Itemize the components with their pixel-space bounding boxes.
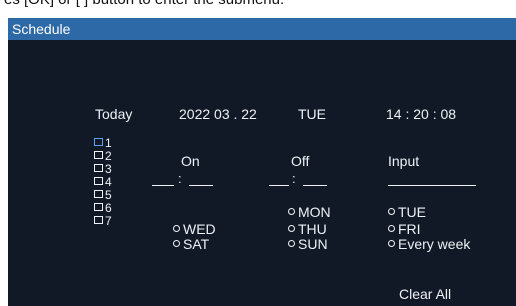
input-header: Input: [388, 153, 420, 169]
off-header: Off: [291, 153, 310, 169]
schedule-slot-6[interactable]: 6: [94, 202, 112, 214]
day-label: SAT: [183, 236, 210, 252]
title-bar: Schedule: [8, 18, 516, 40]
radio-icon: [173, 240, 180, 247]
day-option-sat[interactable]: SAT: [173, 236, 209, 252]
day-option-sun[interactable]: SUN: [288, 236, 328, 252]
day-option-tue[interactable]: TUE: [388, 204, 426, 220]
input-source-field[interactable]: [388, 185, 476, 186]
schedule-slot-5[interactable]: 5: [94, 189, 112, 201]
radio-icon: [288, 240, 295, 247]
day-label: SUN: [298, 236, 328, 252]
schedule-slot-4[interactable]: 4: [94, 176, 112, 188]
schedule-slot-3[interactable]: 3: [94, 163, 112, 175]
on-time-separator: :: [178, 171, 182, 186]
slot-label: 3: [105, 162, 112, 176]
on-minute-field[interactable]: [189, 185, 213, 186]
checkbox-icon: [94, 216, 103, 224]
slot-label: 2: [105, 149, 112, 163]
clear-all-button[interactable]: Clear All: [399, 286, 451, 302]
slot-label: 4: [105, 175, 112, 189]
off-time-separator: :: [292, 171, 296, 186]
day-option-wed[interactable]: WED: [173, 221, 216, 237]
day-option-thu[interactable]: THU: [288, 221, 327, 237]
day-option-fri[interactable]: FRI: [388, 221, 421, 237]
radio-icon: [388, 225, 395, 232]
day-label: WED: [183, 221, 216, 237]
slot-label: 7: [105, 214, 112, 228]
radio-icon: [288, 225, 295, 232]
day-option-mon[interactable]: MON: [288, 204, 331, 220]
today-date: 2022 03 . 22: [179, 106, 257, 122]
caption-text: es [OK] or [ ] button to enter the subme…: [4, 0, 284, 8]
checkbox-icon: [94, 190, 103, 198]
schedule-window: Schedule Today 2022 03 . 22 TUE 14 : 20 …: [8, 18, 516, 306]
day-label: MON: [298, 204, 331, 220]
on-header: On: [181, 153, 200, 169]
schedule-slot-7[interactable]: 7: [94, 215, 112, 227]
slot-label: 5: [105, 188, 112, 202]
schedule-slot-1[interactable]: 1: [94, 137, 112, 149]
schedule-slot-2[interactable]: 2: [94, 150, 112, 162]
today-label: Today: [95, 106, 133, 122]
checkbox-icon: [94, 151, 103, 159]
today-time: 14 : 20 : 08: [386, 106, 457, 122]
on-hour-field[interactable]: [152, 185, 174, 186]
off-minute-field[interactable]: [303, 185, 327, 186]
window-title: Schedule: [12, 21, 71, 37]
day-option-every-week[interactable]: Every week: [388, 236, 470, 252]
slot-label: 1: [105, 136, 112, 150]
checkbox-icon: [94, 203, 103, 211]
radio-icon: [288, 208, 295, 215]
today-weekday: TUE: [298, 106, 326, 122]
day-label: THU: [298, 221, 327, 237]
checkbox-icon: [94, 164, 103, 172]
caption-strip: es [OK] or [ ] button to enter the subme…: [0, 0, 516, 8]
radio-icon: [388, 208, 395, 215]
day-label: Every week: [398, 236, 471, 252]
checkbox-icon: [94, 177, 103, 185]
slot-label: 6: [105, 201, 112, 215]
day-label: TUE: [398, 204, 426, 220]
day-label: FRI: [398, 221, 421, 237]
checkbox-icon: [94, 138, 103, 146]
radio-icon: [173, 225, 180, 232]
off-hour-field[interactable]: [269, 185, 289, 186]
radio-icon: [388, 240, 395, 247]
